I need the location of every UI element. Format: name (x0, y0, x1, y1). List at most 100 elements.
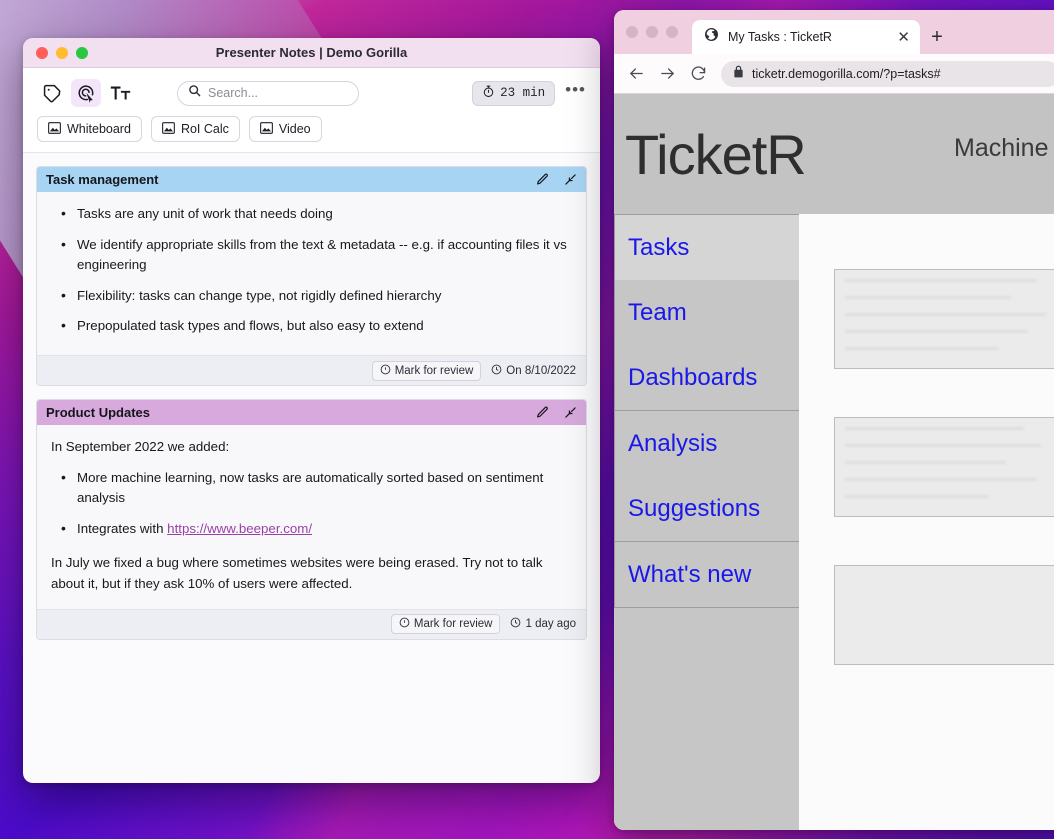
nav-item-analysis[interactable]: Analysis (614, 411, 799, 476)
list-item: We identify appropriate skills from the … (51, 235, 572, 276)
placeholder-line (845, 461, 1006, 464)
edit-pencil-icon[interactable] (536, 173, 549, 186)
collapse-arrows-icon[interactable] (564, 173, 577, 186)
timer-button[interactable]: 23 min (472, 81, 555, 106)
list-item-text: Integrates with (77, 521, 167, 536)
nav-item-team[interactable]: Team (614, 280, 799, 345)
browser-window[interactable]: My Tasks : TicketR ✕ + ti (614, 10, 1054, 830)
note-timestamp: 1 day ago (510, 617, 576, 631)
notes-toolbar: 23 min ••• Whiteboard (23, 68, 600, 153)
placeholder-line (845, 296, 1011, 299)
tag-icon[interactable] (37, 79, 67, 107)
note-card-title: Product Updates (46, 405, 150, 420)
site-logo[interactable]: TicketR (625, 122, 806, 187)
zoom-button[interactable] (76, 47, 88, 59)
nav-item-suggestions[interactable]: Suggestions (614, 476, 799, 541)
beeper-link[interactable]: https://www.beeper.com/ (167, 521, 312, 536)
note-card-footer: Mark for review 1 day ago (37, 609, 586, 639)
browser-zoom-button[interactable] (666, 26, 678, 38)
search-box[interactable] (177, 81, 359, 106)
list-item: Prepopulated task types and flows, but a… (51, 316, 572, 337)
edit-pencil-icon[interactable] (536, 406, 549, 419)
note-card-header: Product Updates (37, 400, 586, 425)
nav-item-dashboards[interactable]: Dashboards (614, 345, 799, 410)
note-card-body: Tasks are any unit of work that needs do… (37, 192, 586, 355)
note-timestamp-label: 1 day ago (525, 618, 576, 630)
browser-minimize-button[interactable] (646, 26, 658, 38)
nav-group: What's new (614, 542, 799, 608)
image-icon (48, 122, 61, 137)
placeholder-line (845, 478, 1037, 481)
attachment-chip-label: Whiteboard (67, 122, 131, 136)
note-bullet-list: More machine learning, now tasks are aut… (51, 468, 572, 540)
mark-for-review-button[interactable]: Mark for review (391, 614, 501, 634)
minimize-button[interactable] (56, 47, 68, 59)
attachment-chip-roi-calc[interactable]: RoI Calc (151, 116, 240, 142)
browser-tab-title: My Tasks : TicketR (728, 30, 888, 44)
info-clock-icon (380, 364, 391, 378)
attachment-chip-whiteboard[interactable]: Whiteboard (37, 116, 142, 142)
content-card[interactable] (834, 417, 1054, 517)
content-card[interactable] (834, 269, 1054, 369)
window-controls[interactable] (23, 47, 88, 59)
browser-tab-strip: My Tasks : TicketR ✕ + (614, 10, 1054, 54)
note-card-title: Task management (46, 172, 158, 187)
browser-window-controls[interactable] (626, 10, 692, 54)
reload-icon[interactable] (690, 65, 707, 82)
nav-item-whats-new[interactable]: What's new (614, 542, 799, 607)
search-icon (188, 84, 201, 102)
page-heading: Machine (954, 134, 1049, 163)
placeholder-line (845, 347, 998, 350)
nav-group: Analysis Suggestions (614, 411, 799, 542)
note-timestamp-label: On 8/10/2022 (506, 365, 576, 377)
list-item: Integrates with https://www.beeper.com/ (51, 519, 572, 540)
image-icon (260, 122, 273, 137)
notes-title-bar[interactable]: Presenter Notes | Demo Gorilla (23, 38, 600, 68)
note-card-body: In September 2022 we added: More machine… (37, 425, 586, 609)
note-card-product-updates: Product Updates In (36, 399, 587, 640)
mark-for-review-label: Mark for review (395, 365, 474, 377)
forward-arrow-icon[interactable] (659, 65, 676, 82)
note-card-header: Task management (37, 167, 586, 192)
attachment-chip-video[interactable]: Video (249, 116, 322, 142)
stopwatch-icon (482, 85, 495, 102)
globe-icon (704, 27, 719, 47)
web-page-content: TicketR Machine Tasks Team Dashboards An… (614, 94, 1054, 830)
nav-group: Tasks Team Dashboards (614, 215, 799, 411)
attachment-chip-label: Video (279, 122, 311, 136)
site-navigation: Tasks Team Dashboards Analysis Suggestio… (614, 214, 799, 830)
placeholder-line (845, 330, 1028, 333)
nav-item-tasks[interactable]: Tasks (614, 215, 799, 280)
presenter-notes-window[interactable]: Presenter Notes | Demo Gorilla (23, 38, 600, 783)
clock-icon (491, 364, 502, 378)
pointer-target-icon[interactable] (71, 79, 101, 107)
back-arrow-icon[interactable] (628, 65, 645, 82)
toolbar-icon-group (37, 79, 135, 107)
page-card-column (799, 214, 1054, 830)
browser-tab[interactable]: My Tasks : TicketR ✕ (692, 20, 920, 54)
close-button[interactable] (36, 47, 48, 59)
content-card[interactable] (834, 565, 1054, 665)
new-tab-button[interactable]: + (920, 20, 954, 54)
url-text: ticketr.demogorilla.com/?p=tasks# (752, 67, 941, 81)
collapse-arrows-icon[interactable] (564, 406, 577, 419)
browser-toolbar: ticketr.demogorilla.com/?p=tasks# (614, 54, 1054, 94)
text-format-icon[interactable] (105, 79, 135, 107)
info-clock-icon (399, 617, 410, 631)
search-input[interactable] (208, 86, 348, 100)
list-item: Tasks are any unit of work that needs do… (51, 204, 572, 225)
lock-icon (733, 65, 744, 83)
mark-for-review-button[interactable]: Mark for review (372, 361, 482, 381)
address-bar[interactable]: ticketr.demogorilla.com/?p=tasks# (721, 61, 1054, 87)
window-title: Presenter Notes | Demo Gorilla (23, 45, 600, 60)
attachment-chip-row: Whiteboard RoI Calc Vide (37, 110, 586, 152)
notes-card-list: Task management (23, 153, 600, 640)
timer-label: 23 min (500, 86, 545, 100)
list-item: Flexibility: tasks can change type, not … (51, 286, 572, 307)
list-item: More machine learning, now tasks are aut… (51, 468, 572, 509)
note-bullet-list: Tasks are any unit of work that needs do… (51, 204, 572, 337)
more-options-button[interactable]: ••• (565, 86, 586, 100)
close-tab-icon[interactable]: ✕ (897, 30, 910, 45)
site-header: TicketR Machine (614, 94, 1054, 214)
browser-close-button[interactable] (626, 26, 638, 38)
